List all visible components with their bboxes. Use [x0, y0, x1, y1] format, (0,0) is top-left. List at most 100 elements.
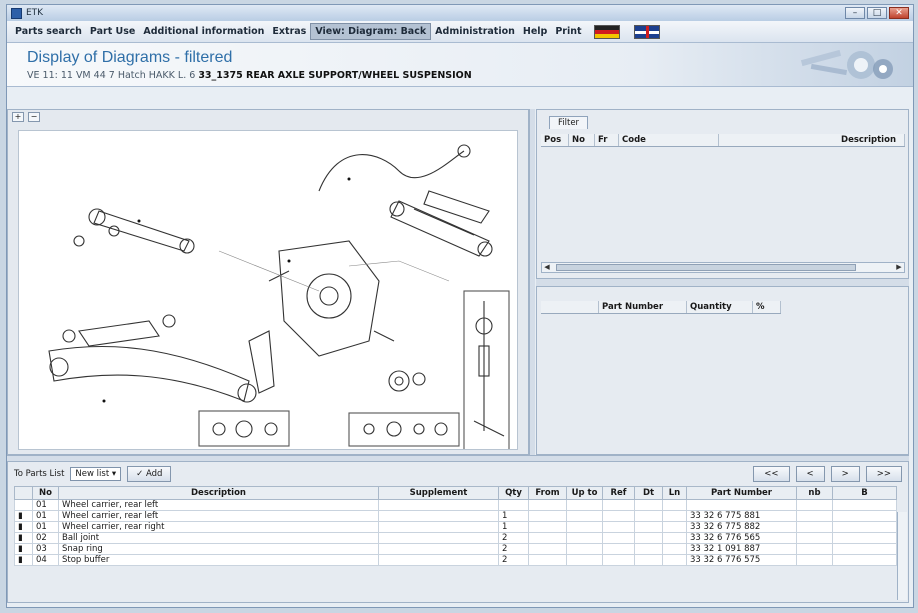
col-ref[interactable]: Ref	[602, 486, 635, 500]
tab-filter[interactable]: Filter	[549, 116, 589, 129]
parts-vertical-scrollbar[interactable]	[897, 512, 907, 600]
add-button-label: Add	[145, 469, 163, 479]
flag-gb-icon[interactable]	[633, 24, 660, 39]
row-description: Wheel carrier, rear left	[58, 499, 379, 511]
row-qty: 2	[498, 532, 529, 544]
vertical-splitter[interactable]	[529, 109, 535, 455]
parts-table-header-row: No Description Supplement Qty From Up to…	[14, 486, 897, 500]
col-description[interactable]: Description	[58, 486, 379, 500]
row-description: Snap ring	[58, 543, 379, 555]
rear-axle-diagram-image	[48, 144, 510, 449]
col-no[interactable]: No	[569, 134, 595, 146]
col-up-to[interactable]: Up to	[566, 486, 603, 500]
cart-pane: Part Number Quantity %	[536, 286, 909, 455]
vehicle-info: VE 11: 11 VM 44 7 Hatch HAKK L. 6	[27, 70, 196, 81]
menu-part-use[interactable]: Part Use	[86, 24, 139, 39]
col-ln[interactable]: Ln	[662, 486, 687, 500]
scrollbar-thumb[interactable]	[556, 264, 856, 271]
close-button[interactable]: ✕	[889, 7, 909, 19]
table-row[interactable]: 01 Wheel carrier, rear left	[14, 499, 897, 511]
minimize-button[interactable]: –	[845, 7, 865, 19]
window-title: ETK	[26, 8, 44, 18]
row-qty	[498, 499, 529, 511]
filter-pane: Filter Pos No Fr Code Description ◀ ▶	[536, 109, 909, 279]
col-select[interactable]	[541, 301, 599, 313]
row-marker: ▮	[14, 532, 33, 544]
menu-additional-information[interactable]: Additional information	[139, 24, 268, 39]
col-part-number[interactable]: Part Number	[686, 486, 797, 500]
row-supplement	[378, 521, 499, 533]
row-marker	[14, 499, 33, 511]
next-page-button[interactable]: >	[830, 466, 860, 482]
col-dt[interactable]: Dt	[634, 486, 663, 500]
row-part-number: 33 32 6 776 565	[686, 532, 797, 544]
parts-list-select[interactable]: New list ▾	[70, 467, 122, 481]
col-pos[interactable]: Pos	[541, 134, 569, 146]
col-percent[interactable]: %	[753, 301, 781, 313]
row-no: 03	[32, 543, 59, 555]
menu-administration[interactable]: Administration	[431, 24, 519, 39]
col-description[interactable]: Description	[719, 134, 905, 146]
col-nb[interactable]: nb	[796, 486, 833, 500]
col-fr[interactable]: Fr	[595, 134, 619, 146]
scroll-left-icon[interactable]: ◀	[542, 263, 552, 272]
last-page-button[interactable]: >>	[865, 466, 902, 482]
col-part-number[interactable]: Part Number	[599, 301, 687, 313]
maximize-button[interactable]: □	[867, 7, 887, 19]
row-supplement	[378, 554, 499, 566]
row-qty: 1	[498, 510, 529, 522]
row-no: 01	[32, 521, 59, 533]
filter-table-header: Pos No Fr Code Description	[541, 134, 905, 147]
menu-print[interactable]: Print	[551, 24, 585, 39]
col-qty[interactable]: Qty	[498, 486, 529, 500]
menu-extras[interactable]: Extras	[268, 24, 310, 39]
table-row[interactable]: ▮ 04 Stop buffer 2 33 32 6 776 575	[14, 554, 897, 566]
menu-parts-search[interactable]: Parts search	[11, 24, 86, 39]
table-row[interactable]: ▮ 02 Ball joint 2 33 32 6 776 565	[14, 532, 897, 544]
row-qty: 2	[498, 543, 529, 555]
page-header: Display of Diagrams - filtered VE 11: 11…	[7, 43, 913, 87]
table-row[interactable]: ▮ 01 Wheel carrier, rear right 1 33 32 6…	[14, 521, 897, 533]
row-marker: ▮	[14, 521, 33, 533]
exploded-diagram[interactable]	[18, 130, 518, 450]
row-marker: ▮	[14, 510, 33, 522]
row-part-number: 33 32 1 091 887	[686, 543, 797, 555]
row-supplement	[378, 499, 499, 511]
flag-de-icon[interactable]	[593, 24, 620, 39]
zoom-in-button[interactable]: +	[12, 112, 24, 122]
first-page-button[interactable]: <<	[753, 466, 790, 482]
col-b[interactable]: B	[832, 486, 897, 500]
menu-view-diagram-back[interactable]: View: Diagram: Back	[310, 23, 432, 40]
zoom-out-button[interactable]: −	[28, 112, 40, 122]
diagram-pane: + −	[7, 109, 529, 455]
title-bar: ETK – □ ✕	[7, 5, 913, 21]
row-part-number: 33 32 6 775 881	[686, 510, 797, 522]
row-description: Stop buffer	[58, 554, 379, 566]
filter-horizontal-scrollbar[interactable]: ◀ ▶	[541, 262, 905, 273]
menu-help[interactable]: Help	[519, 24, 551, 39]
row-supplement	[378, 532, 499, 544]
group-title: 33_1375 REAR AXLE SUPPORT/WHEEL SUSPENSI…	[198, 70, 472, 81]
col-quantity[interactable]: Quantity	[687, 301, 753, 313]
previous-page-button[interactable]: <	[795, 466, 825, 482]
table-row[interactable]: ▮ 03 Snap ring 2 33 32 1 091 887	[14, 543, 897, 555]
row-no: 01	[32, 510, 59, 522]
row-marker: ▮	[14, 543, 33, 555]
col-no[interactable]: No	[32, 486, 59, 500]
cart-table-header: Part Number Quantity %	[541, 301, 781, 314]
col-marker[interactable]	[14, 486, 33, 500]
scroll-right-icon[interactable]: ▶	[894, 263, 904, 272]
app-window: ETK – □ ✕ Parts search Part Use Addition…	[6, 4, 914, 608]
horizontal-splitter[interactable]	[536, 279, 909, 286]
row-part-number: 33 32 6 775 882	[686, 521, 797, 533]
row-part-number	[686, 499, 797, 511]
row-part-number: 33 32 6 776 575	[686, 554, 797, 566]
add-button[interactable]: ✓ Add	[127, 466, 172, 482]
col-from[interactable]: From	[528, 486, 567, 500]
row-supplement	[378, 543, 499, 555]
col-supplement[interactable]: Supplement	[378, 486, 499, 500]
col-code[interactable]: Code	[619, 134, 719, 146]
parts-list-pane: To Parts List New list ▾ ✓ Add << < > >>…	[7, 461, 909, 603]
row-description: Wheel carrier, rear left	[58, 510, 379, 522]
table-row[interactable]: ▮ 01 Wheel carrier, rear left 1 33 32 6 …	[14, 510, 897, 522]
